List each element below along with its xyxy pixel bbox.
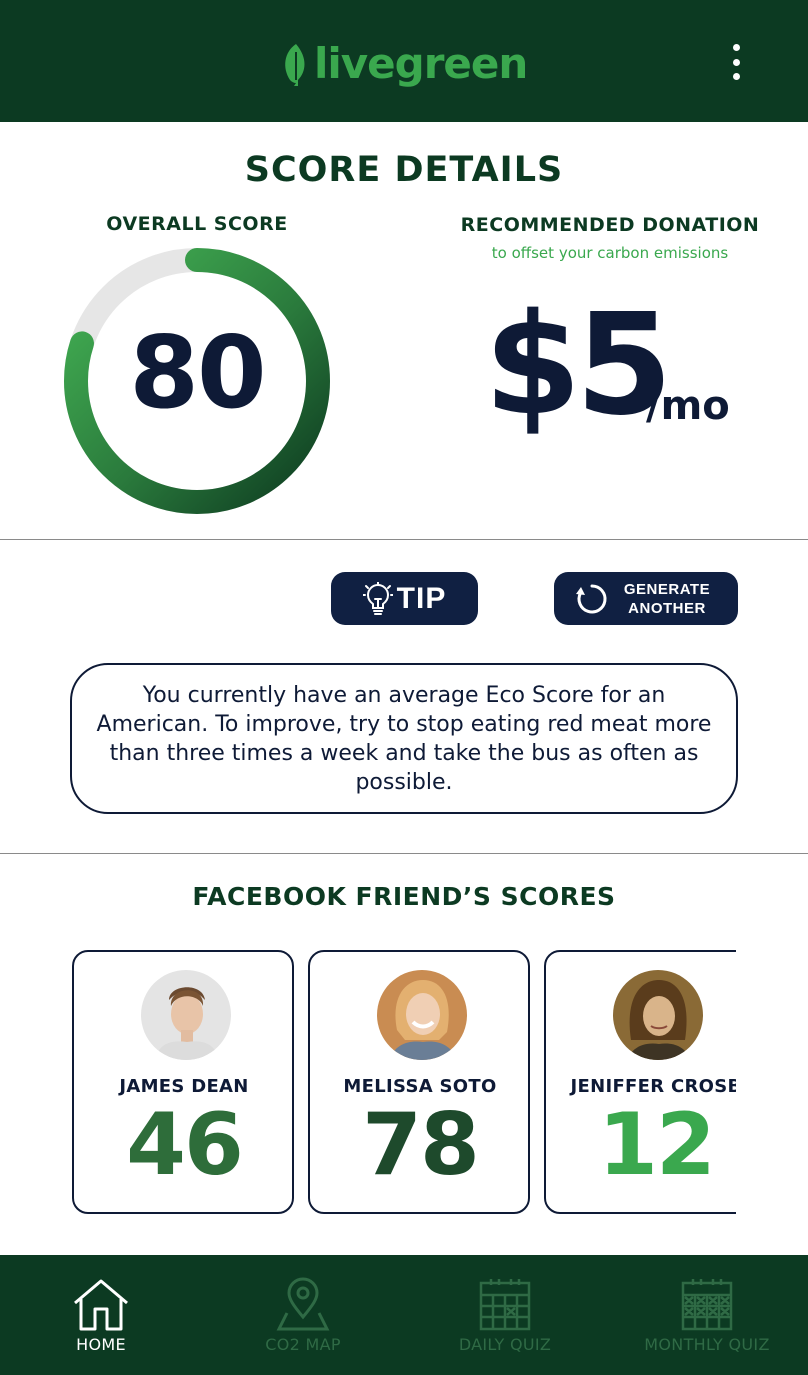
nav-label: MONTHLY QUIZ (644, 1335, 770, 1354)
friend-score: 46 (126, 1095, 244, 1195)
friend-card[interactable]: JENIFFER CROSB 12 (544, 950, 736, 1214)
nav-label: DAILY QUIZ (458, 1335, 552, 1354)
home-icon (74, 1279, 128, 1331)
calendar-icon (479, 1279, 531, 1331)
nav-item-home[interactable]: HOME (0, 1255, 202, 1375)
kebab-dot (732, 58, 740, 66)
section-divider (0, 539, 808, 540)
friend-score: 12 (598, 1095, 716, 1195)
donation-amount: $5 (484, 284, 673, 447)
kebab-dot (732, 73, 740, 80)
app-logo: livegreen (280, 36, 528, 92)
recommended-donation-label: RECOMMENDED DONATION (460, 214, 760, 236)
section-divider (0, 853, 808, 854)
nav-label: HOME (76, 1335, 126, 1354)
leaf-icon (285, 44, 305, 86)
friend-name: MELISSA SOTO (343, 1076, 497, 1097)
donation-unit: /mo (646, 383, 730, 429)
tip-button[interactable]: TIP (331, 572, 478, 625)
map-pin-icon (276, 1277, 330, 1331)
score-details-title: SCORE DETAILS (244, 150, 564, 190)
friend-name: JAMES DEAN (119, 1076, 249, 1097)
friend-avatar (377, 970, 467, 1060)
friends-scores-title: FACEBOOK FRIEND’S SCORES (192, 882, 616, 911)
logo-text: livegreen (314, 39, 528, 88)
app-header: livegreen (0, 0, 808, 122)
kebab-menu-icon[interactable] (720, 38, 752, 86)
friend-card[interactable]: JAMES DEAN 46 (72, 950, 294, 1214)
nav-item-co2-map[interactable]: CO2 MAP (202, 1255, 404, 1375)
donation-subtitle: to offset your carbon emissions (491, 244, 729, 262)
nav-item-daily-quiz[interactable]: DAILY QUIZ (404, 1255, 606, 1375)
overall-score-label: OVERALL SCORE (106, 213, 288, 235)
generate-another-label: GENERATE ANOTHER (623, 580, 711, 617)
calendar-grid-icon (681, 1279, 733, 1331)
friend-name: JENIFFER CROSB (570, 1076, 736, 1097)
friend-avatar (613, 970, 703, 1060)
nav-label: CO2 MAP (265, 1335, 341, 1354)
friends-carousel[interactable]: JAMES DEAN 46 MELISSA SOTO 78 JENIFFER C… (72, 950, 736, 1216)
lightbulb-icon (362, 581, 393, 615)
refresh-icon (576, 584, 607, 613)
bottom-nav: HOME CO2 MAP DAILY QUIZ MONTHLY QUIZ (0, 1255, 808, 1375)
friend-avatar (141, 970, 231, 1060)
kebab-dot (732, 44, 740, 51)
tip-message-box: You currently have an average Eco Score … (70, 663, 738, 814)
nav-item-monthly-quiz[interactable]: MONTHLY QUIZ (606, 1255, 808, 1375)
friend-card[interactable]: MELISSA SOTO 78 (308, 950, 530, 1214)
friend-score: 78 (362, 1095, 480, 1195)
tip-message-text: You currently have an average Eco Score … (96, 682, 712, 795)
generate-another-button[interactable]: GENERATE ANOTHER (554, 572, 738, 625)
overall-score-value: 80 (129, 314, 266, 431)
tip-button-label: TIP (396, 581, 447, 615)
